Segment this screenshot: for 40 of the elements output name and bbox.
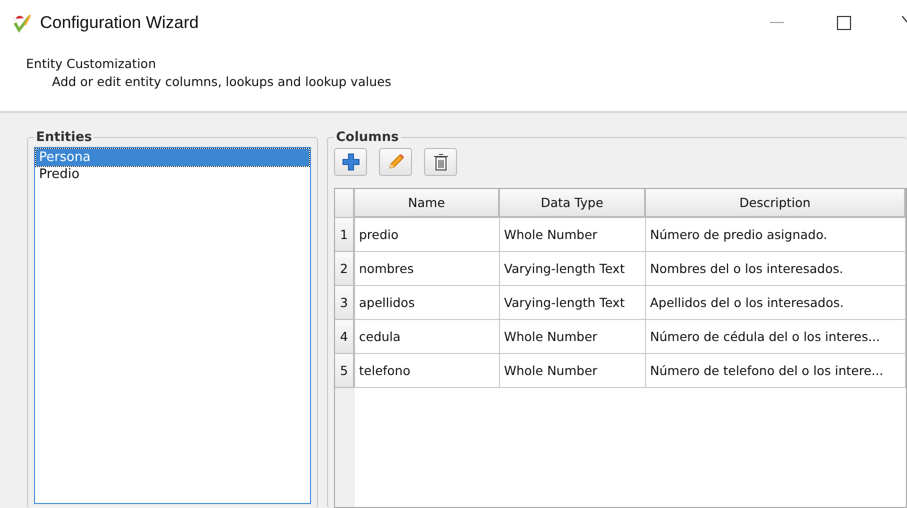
table-cell: Número de cédula del o los interes...	[646, 320, 906, 354]
column-header[interactable]: Description	[646, 189, 906, 218]
corner-cell	[335, 189, 355, 218]
entity-list[interactable]: Persona Predio	[34, 147, 312, 504]
table-cell: Varying-length Text	[500, 286, 646, 320]
row-number[interactable]: 3	[335, 286, 355, 320]
table-cell: Varying-length Text	[500, 252, 646, 286]
table-cell: Whole Number	[500, 354, 646, 388]
table-cell: Número de predio asignado.	[646, 218, 906, 252]
column-header[interactable]: Data Type	[500, 189, 646, 218]
table-cell: Número de telefono del o los intere...	[646, 354, 906, 388]
row-number[interactable]: 2	[335, 252, 355, 286]
table-cell: cedula	[355, 320, 500, 354]
table-cell: telefono	[355, 354, 500, 388]
page-description: Add or edit entity columns, lookups and lookup values	[52, 74, 392, 89]
minimize-icon[interactable]	[770, 22, 784, 24]
row-number[interactable]: 1	[335, 218, 355, 252]
edit-button[interactable]	[379, 148, 412, 176]
list-item[interactable]: Persona	[36, 149, 310, 166]
wizard-app-icon	[12, 13, 32, 33]
page-heading: Entity Customization	[26, 56, 157, 71]
list-item[interactable]: Predio	[36, 166, 310, 183]
group-title: Entities	[35, 130, 94, 145]
table-cell: Apellidos del o los interesados.	[646, 286, 906, 320]
table-cell: predio	[355, 218, 500, 252]
maximize-icon[interactable]	[837, 16, 851, 30]
plus-icon	[342, 153, 360, 171]
row-number[interactable]: 4	[335, 320, 355, 354]
table-cell: nombres	[355, 252, 500, 286]
row-number[interactable]: 5	[335, 354, 355, 388]
trash-icon	[432, 153, 448, 171]
column-header[interactable]: Name	[355, 189, 500, 218]
table-cell: Nombres del o los interesados.	[646, 252, 906, 286]
table-cell: apellidos	[355, 286, 500, 320]
table-cell: Whole Number	[500, 218, 646, 252]
delete-button[interactable]	[424, 148, 457, 176]
group-title: Columns	[335, 130, 400, 145]
add-button[interactable]	[334, 148, 367, 176]
table-cell: Whole Number	[500, 320, 646, 354]
window-title: Configuration Wizard	[40, 13, 199, 33]
